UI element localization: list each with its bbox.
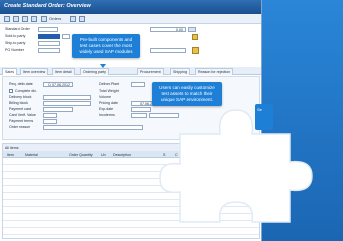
complete-div-checkbox[interactable] bbox=[9, 89, 13, 93]
tab-ordering-party[interactable]: Ordering party bbox=[80, 68, 109, 75]
orders-icon[interactable] bbox=[41, 16, 47, 22]
billing-block-label: Billing block bbox=[9, 101, 28, 105]
order-reason-select[interactable] bbox=[43, 125, 143, 130]
ship-to-party-field[interactable] bbox=[38, 41, 60, 46]
delivery-block-label: Delivery block bbox=[9, 95, 32, 99]
deliver-plant-label: Deliver.Plant bbox=[99, 82, 120, 86]
tab-reason-for-rejection[interactable]: Reason for rejection bbox=[195, 68, 234, 75]
calendar-icon[interactable] bbox=[192, 47, 199, 54]
new-document-icon[interactable] bbox=[4, 16, 10, 22]
callout-top-tail bbox=[100, 64, 106, 68]
column-material[interactable]: Material bbox=[25, 153, 38, 157]
exp-date-label: Exp.date bbox=[99, 107, 114, 111]
po-number-field[interactable] bbox=[38, 48, 60, 53]
po-date-field[interactable] bbox=[150, 48, 186, 53]
currency-field[interactable] bbox=[188, 27, 196, 32]
column-order-quantity[interactable]: Order Quantity bbox=[69, 153, 93, 157]
req-deliv-date-text: D 07.06.2012 bbox=[48, 82, 70, 87]
payment-terms-label: Payment terms bbox=[9, 119, 34, 123]
payment-card-field[interactable] bbox=[43, 107, 73, 112]
tab-item-overview[interactable]: Item overview bbox=[20, 68, 49, 75]
payment-terms-field[interactable] bbox=[43, 119, 57, 124]
order-reason-label: Order reason bbox=[9, 125, 31, 129]
deliver-plant-field[interactable] bbox=[131, 82, 145, 87]
ship-to-party-label: Ship-to party bbox=[5, 41, 26, 45]
net-value-field[interactable]: 0.00 bbox=[150, 27, 186, 32]
pricing-date-label: Pricing date bbox=[99, 101, 118, 105]
sold-to-party-help[interactable] bbox=[62, 34, 70, 39]
sold-to-party-label: Sold-to party bbox=[5, 34, 26, 38]
req-deliv-date-label: Req. deliv.date bbox=[9, 82, 33, 86]
copy-icon[interactable] bbox=[22, 16, 28, 22]
net-value-text: 0.00 bbox=[176, 27, 183, 32]
sold-to-party-icon[interactable] bbox=[192, 34, 198, 40]
delivery-block-select[interactable] bbox=[43, 95, 91, 100]
payment-card-label: Payment card bbox=[9, 107, 32, 111]
callout-top-text: Pre-built components and test cases cove… bbox=[79, 37, 133, 54]
card-verif-value-label: Card Verif. Value bbox=[9, 113, 36, 117]
toolbar: Orders bbox=[0, 14, 261, 24]
orders-button-label[interactable]: Orders bbox=[49, 16, 61, 21]
complete-div-label: Complete div. bbox=[15, 88, 37, 93]
tab-strip: Sales Item overview Item detail Ordering… bbox=[0, 67, 261, 75]
column-item[interactable]: Item bbox=[7, 153, 14, 157]
callout-top: Pre-built components and test cases cove… bbox=[72, 34, 140, 58]
req-deliv-date-field[interactable]: D 07.06.2012 bbox=[43, 82, 73, 87]
print-icon[interactable] bbox=[70, 16, 76, 22]
sold-to-party-field[interactable] bbox=[38, 34, 60, 39]
tab-sales[interactable]: Sales bbox=[2, 68, 17, 75]
puzzle-piece-icon bbox=[159, 109, 313, 223]
list-icon[interactable] bbox=[31, 16, 37, 22]
window-title: Create Standard Order: Overview bbox=[0, 0, 261, 14]
billing-block-select[interactable] bbox=[43, 101, 91, 106]
settings-icon[interactable] bbox=[79, 16, 85, 22]
tab-item-detail[interactable]: Item detail bbox=[52, 68, 75, 75]
card-verif-value-field[interactable] bbox=[43, 113, 57, 118]
incoterms-label: Incoterms bbox=[99, 113, 115, 117]
po-number-label: PO Number bbox=[5, 48, 24, 52]
standard-order-label: Standard Order bbox=[5, 27, 30, 31]
column-description[interactable]: Description bbox=[113, 153, 131, 157]
column-unit[interactable]: Un bbox=[101, 153, 106, 157]
tab-shipping[interactable]: Shipping bbox=[170, 68, 190, 75]
tab-procurement[interactable]: Procurement bbox=[137, 68, 164, 75]
total-weight-label: Total Weight bbox=[99, 88, 119, 93]
order-number-field[interactable] bbox=[38, 27, 58, 32]
volume-label: Volume bbox=[99, 95, 111, 99]
document-icon[interactable] bbox=[13, 16, 19, 22]
